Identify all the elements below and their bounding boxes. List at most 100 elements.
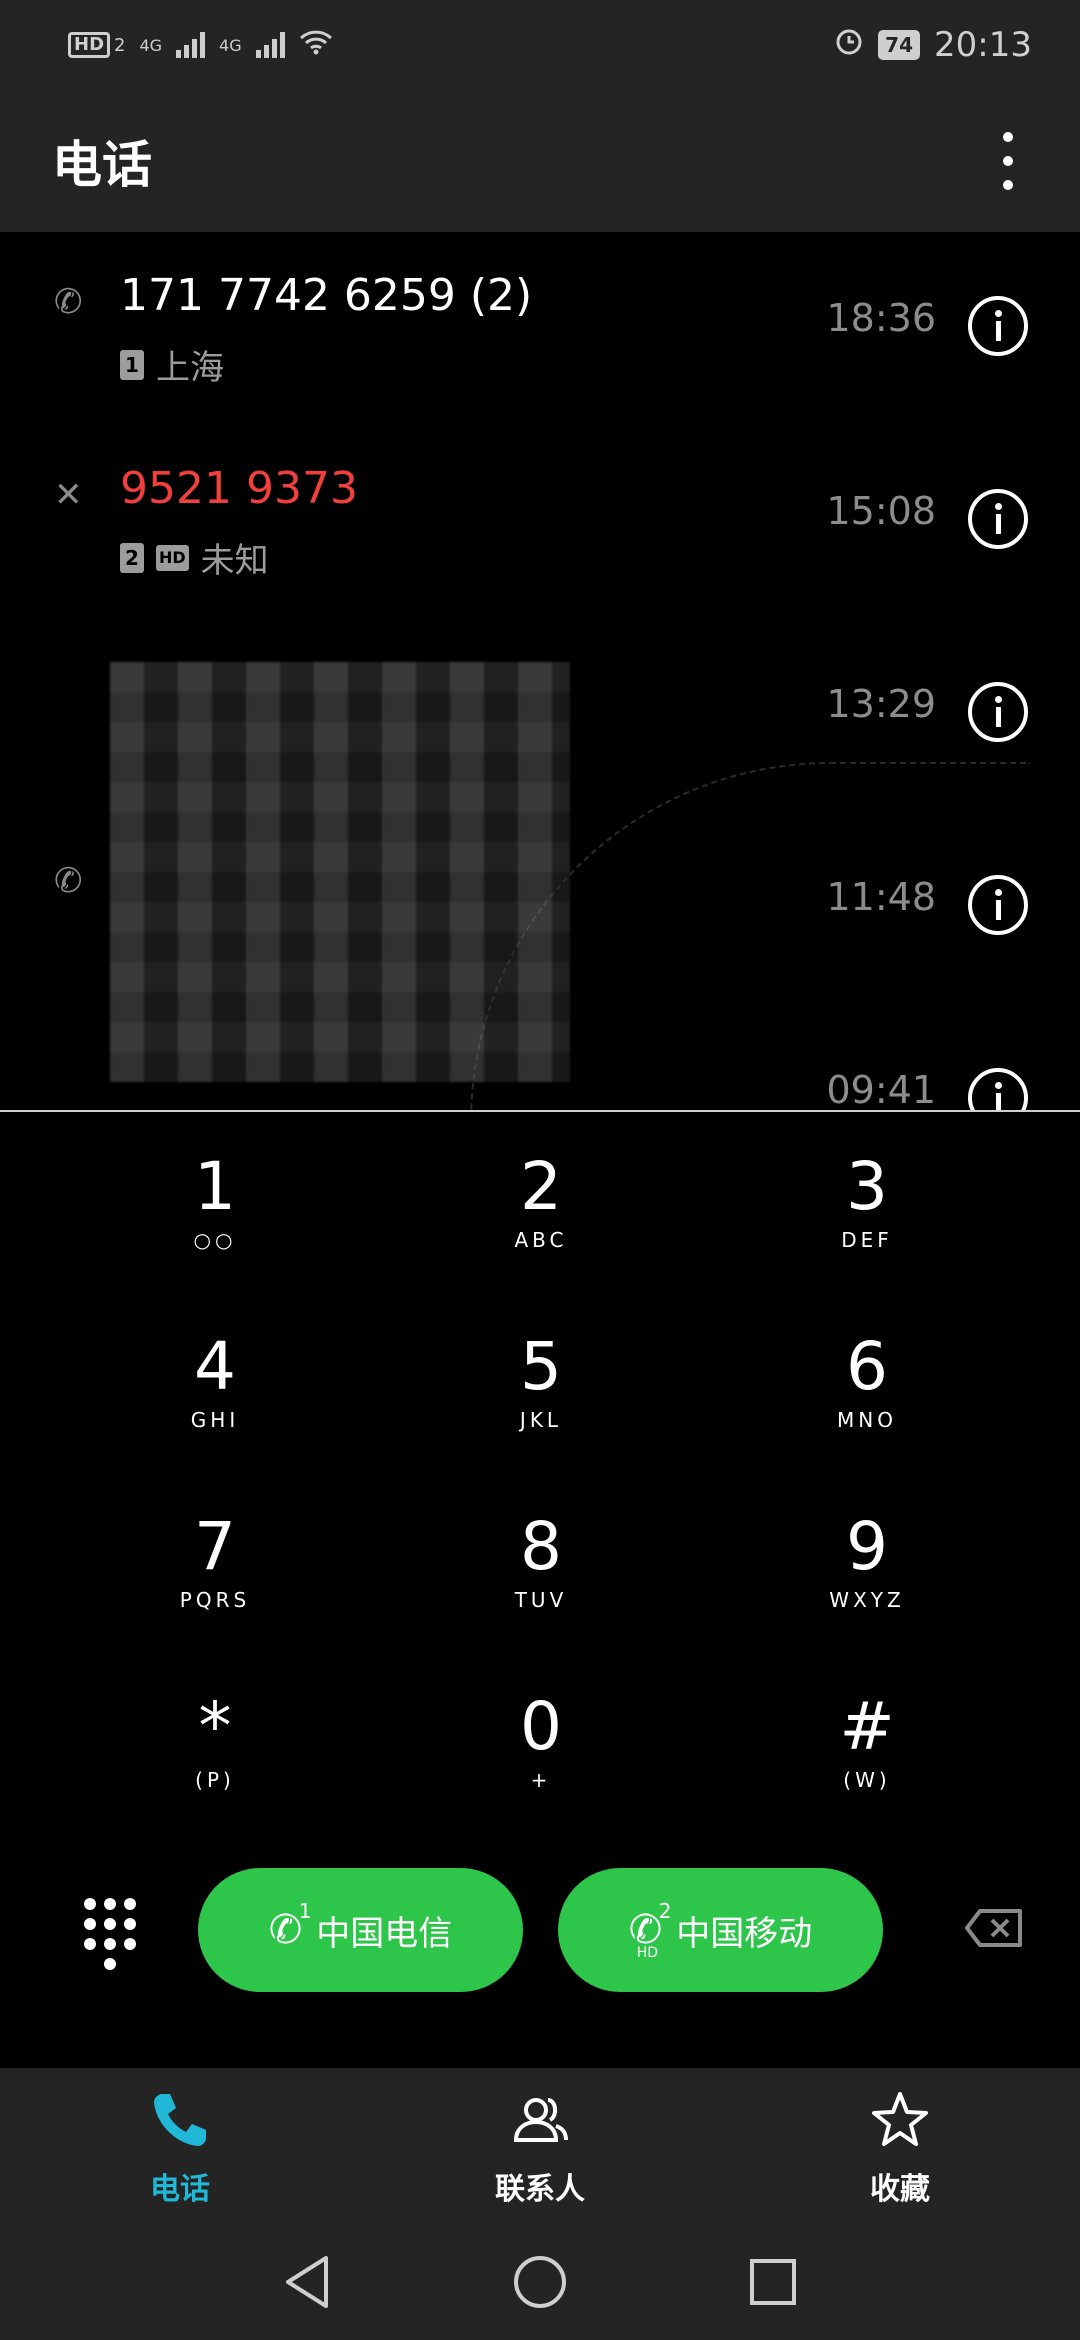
nav-tab-contacts[interactable]: 联系人 — [390, 2088, 690, 2208]
call-time: 09:41 — [826, 1068, 936, 1110]
call-number: 9521 9373 — [120, 463, 358, 514]
dialpad-key-6[interactable]: 6 MNO — [704, 1292, 1030, 1472]
dialpad-key-8[interactable]: 8 TUV — [378, 1472, 704, 1652]
dialpad-toggle-icon[interactable] — [80, 1898, 140, 1970]
signal-icon-2 — [255, 32, 285, 58]
call-sim1-button[interactable]: ✆ 1 中国电信 — [198, 1868, 523, 1992]
dialpad-key-9[interactable]: 9 WXYZ — [704, 1472, 1030, 1652]
clock: 20:13 — [934, 25, 1032, 65]
outgoing-call-icon: ✆ — [54, 282, 83, 322]
key-letters: + — [530, 1768, 552, 1792]
nav-tab-favorites[interactable]: 收藏 — [750, 2088, 1050, 2208]
recents-icon[interactable] — [748, 2257, 798, 2311]
info-icon[interactable] — [968, 296, 1028, 356]
sim-badge: 1 — [120, 349, 144, 380]
system-nav-bar — [0, 2228, 1080, 2340]
key-digit: 4 — [194, 1328, 236, 1405]
more-options-button[interactable] — [988, 126, 1028, 196]
status-right: 74 20:13 — [834, 25, 1032, 65]
hd-badge: HD — [156, 544, 189, 571]
hd-indicator: HD — [68, 32, 111, 58]
call-time: 15:08 — [826, 489, 936, 533]
key-letters: MNO — [837, 1408, 897, 1432]
key-letters: JKL — [519, 1408, 563, 1432]
key-digit: 3 — [846, 1148, 888, 1225]
nav-label: 电话 — [150, 2172, 210, 2207]
call-meta: 1 上海 — [120, 340, 224, 389]
outgoing-call-icon: ✆ — [54, 861, 83, 901]
status-bar: HD 2 4G 4G 74 20:13 — [0, 0, 1080, 90]
network-type-1: 4G — [139, 35, 163, 55]
call-log-item[interactable]: ✕ 9521 9373 2 HD 未知 15:08 — [0, 425, 1080, 618]
call-time: 13:29 — [826, 682, 936, 726]
sim-number: 2 — [658, 1899, 672, 1923]
key-letters: PQRS — [179, 1588, 251, 1612]
key-digit: 9 — [846, 1508, 888, 1585]
info-icon[interactable] — [968, 489, 1028, 549]
bottom-nav: 电话 联系人 收藏 — [0, 2068, 1080, 2228]
call-location: 未知 — [200, 541, 269, 581]
phone-icon: ✆ 1 — [268, 1899, 312, 1953]
key-letters: ABC — [514, 1228, 568, 1252]
call-sim2-button[interactable]: ✆ 2 HD 中国移动 — [558, 1868, 883, 1992]
key-letters: WXYZ — [829, 1588, 905, 1612]
call-time: 11:48 — [826, 875, 936, 919]
key-digit: 8 — [520, 1508, 562, 1585]
dialpad-key-7[interactable]: 7 PQRS — [52, 1472, 378, 1652]
contacts-icon — [508, 2088, 572, 2156]
dialpad-key-4[interactable]: 4 GHI — [52, 1292, 378, 1472]
key-digit: 1 — [194, 1148, 236, 1225]
back-icon[interactable] — [282, 2254, 332, 2314]
phone-icon: ✆ 2 HD — [628, 1899, 672, 1961]
key-letters: (P) — [195, 1768, 235, 1792]
app-bar: 电话 — [0, 90, 1080, 232]
phone-icon — [148, 2088, 212, 2156]
network-type-2: 4G — [219, 35, 242, 55]
dialpad-key-star[interactable]: * (P) — [52, 1652, 378, 1832]
key-letters: GHI — [190, 1408, 240, 1432]
dialpad-key-3[interactable]: 3 DEF — [704, 1112, 1030, 1292]
key-letters: DEF — [841, 1228, 893, 1252]
dialpad-key-5[interactable]: 5 JKL — [378, 1292, 704, 1472]
wifi-icon — [299, 29, 333, 61]
alarm-icon — [834, 25, 864, 65]
dialpad-key-2[interactable]: 2 ABC — [378, 1112, 704, 1292]
call-log-list[interactable]: ✆ 171 7742 6259 (2) 1 上海 18:36 ✕ 9521 93… — [0, 232, 1080, 1110]
nav-tab-phone[interactable]: 电话 — [30, 2088, 330, 2208]
call-number: 171 7742 6259 (2) — [120, 270, 533, 321]
info-icon[interactable] — [968, 875, 1028, 935]
key-digit: 7 — [194, 1508, 236, 1585]
carrier-label: 中国移动 — [676, 1913, 813, 1954]
info-icon[interactable] — [968, 1068, 1028, 1110]
sim-number: 1 — [298, 1899, 312, 1923]
dialpad: 1 ○○ 2 ABC 3 DEF 4 GHI 5 JKL 6 MNO 7 PQRS 8 TUV … — [0, 1112, 1080, 1832]
key-digit: * — [198, 1688, 232, 1765]
key-letters: (W) — [843, 1768, 891, 1792]
dialpad-key-hash[interactable]: # (W) — [704, 1652, 1030, 1832]
dialpad-key-0[interactable]: 0 + — [378, 1652, 704, 1832]
call-log-item[interactable]: ✆ 171 7742 6259 (2) 1 上海 18:36 — [0, 232, 1080, 425]
call-action-row: ✆ 1 中国电信 ✆ 2 HD 中国移动 — [0, 1868, 1080, 1992]
key-digit: 0 — [520, 1688, 562, 1765]
call-time: 18:36 — [826, 296, 936, 340]
call-meta: 2 HD 未知 — [120, 533, 269, 582]
missed-call-icon: ✕ — [54, 475, 83, 515]
hd-label: HD — [636, 1945, 659, 1961]
backspace-icon[interactable] — [964, 1908, 1024, 1948]
info-icon[interactable] — [968, 682, 1028, 742]
status-left: HD 2 4G 4G — [68, 29, 333, 61]
key-digit: # — [839, 1688, 895, 1765]
key-digit: 2 — [520, 1148, 562, 1225]
key-digit: 5 — [520, 1328, 562, 1405]
dialpad-key-1[interactable]: 1 ○○ — [52, 1112, 378, 1292]
page-title: 电话 — [52, 136, 152, 194]
carrier-label: 中国电信 — [316, 1913, 453, 1954]
nav-label: 收藏 — [870, 2172, 930, 2207]
key-letters: TUV — [514, 1588, 568, 1612]
voicemail-icon: ○○ — [193, 1228, 237, 1252]
call-location: 上海 — [156, 348, 224, 388]
home-icon[interactable] — [512, 2254, 568, 2314]
star-icon — [868, 2088, 932, 2156]
sim2-indicator: 2 — [114, 34, 126, 56]
redacted-region — [110, 662, 570, 1082]
